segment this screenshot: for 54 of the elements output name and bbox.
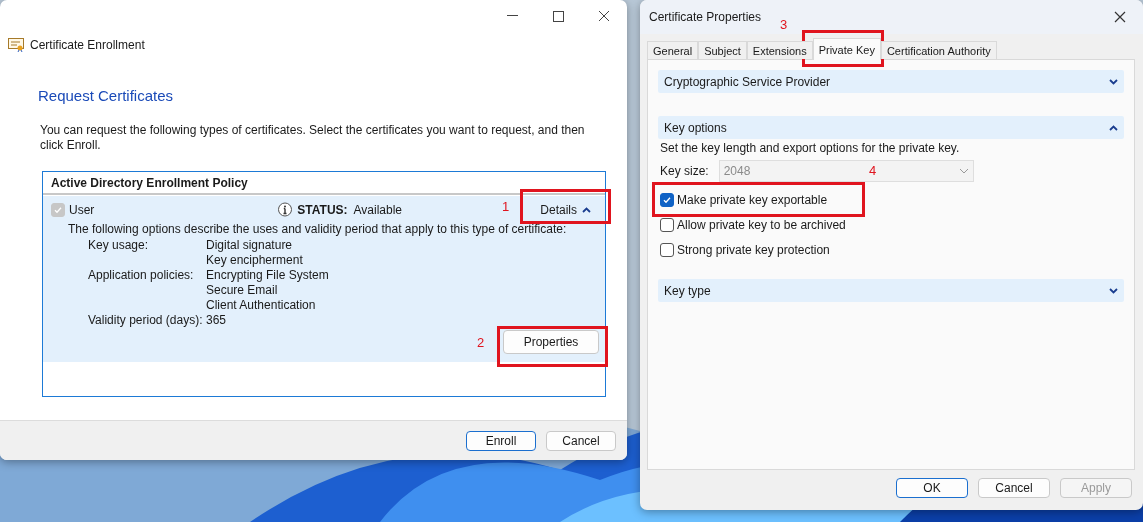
annotation-number: 3 <box>780 17 788 32</box>
certificate-icon <box>8 38 24 52</box>
key-size-label: Key size: <box>660 164 709 178</box>
tab[interactable]: Subject <box>698 41 747 59</box>
dialog-button[interactable]: Enroll <box>466 430 536 451</box>
field-label: Key usage: <box>88 238 150 254</box>
field-value: Client Authentication <box>206 298 317 313</box>
field-value: Secure Email <box>206 283 279 298</box>
dialog-button[interactable]: OK <box>896 478 968 498</box>
field-value: Key encipherment <box>206 253 304 268</box>
section-description: Set the key length and export options for the private key. <box>660 141 960 155</box>
checkbox[interactable] <box>660 243 674 257</box>
field-value: 365 <box>206 313 228 328</box>
annotation-number: 1 <box>502 199 510 214</box>
checkbox[interactable] <box>660 193 674 207</box>
tab[interactable]: Extensions <box>746 41 813 59</box>
description-text: The following options describe the uses and validity period that apply to this type of certificate: <box>68 222 568 236</box>
intro-text: You can request the following types of certificates. Select the certificates you want to request, and then click Enroll. <box>40 123 586 153</box>
status-value: Available <box>353 203 403 217</box>
status-label: STATUS: <box>297 203 348 217</box>
checkmark-icon <box>662 195 672 205</box>
checkbox-option[interactable]: Make private key exportable <box>660 190 828 210</box>
chevron-down-icon <box>1109 287 1118 294</box>
field-value: Digital signature <box>206 238 294 253</box>
section-header[interactable]: Key type <box>658 279 1124 302</box>
section-header[interactable]: Cryptographic Service Provider <box>658 70 1124 93</box>
tab[interactable]: General <box>647 41 699 59</box>
chevron-up-icon <box>1109 124 1118 131</box>
chevron-up-icon <box>582 207 591 213</box>
chevron-down-icon <box>958 168 969 174</box>
dialog-button[interactable]: Cancel <box>546 430 616 451</box>
section-header[interactable]: Key options <box>658 116 1124 139</box>
annotation-number: 2 <box>477 335 485 350</box>
checkbox-option[interactable]: Strong private key protection <box>660 240 830 260</box>
close-icon <box>1114 11 1126 23</box>
annotation-number: 4 <box>869 163 877 178</box>
page-heading: Request Certificates <box>38 87 175 104</box>
minimize-icon <box>506 15 518 17</box>
checkmark-icon <box>53 205 63 215</box>
window-title: Certificate Enrollment <box>30 38 145 52</box>
chevron-down-icon <box>1109 78 1118 85</box>
dialog-button[interactable]: Cancel <box>978 478 1050 498</box>
tab[interactable]: Certification Authority <box>880 41 997 59</box>
item-name: User <box>69 203 95 217</box>
window-title: Certificate Properties <box>649 10 762 24</box>
field-label: Application policies: <box>88 268 195 284</box>
checkbox[interactable] <box>660 218 674 232</box>
tab[interactable]: Private Key <box>812 38 881 60</box>
field-label: Validity period (days): <box>88 313 204 328</box>
checkbox-option[interactable]: Allow private key to be archived <box>660 215 846 235</box>
field-value: Encrypting File System <box>206 268 330 283</box>
info-icon <box>277 202 294 218</box>
maximize-icon <box>552 10 564 22</box>
close-icon <box>598 10 610 22</box>
